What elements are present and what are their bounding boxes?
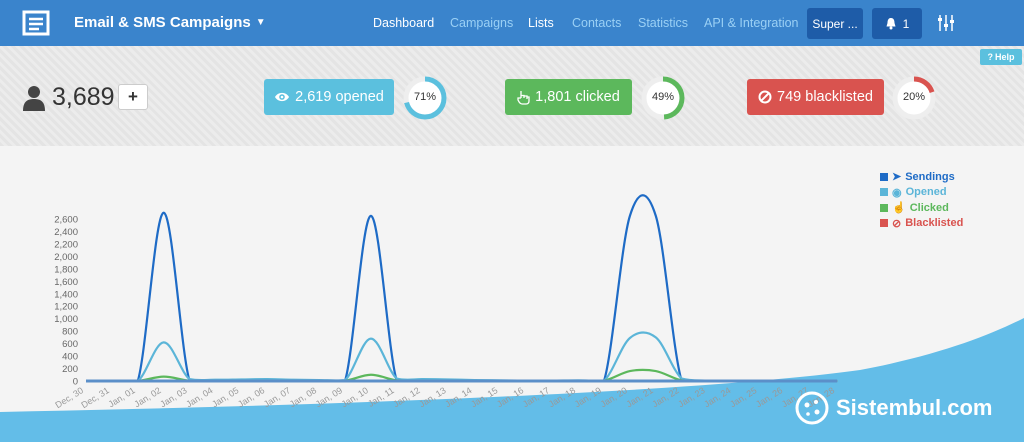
brand-dropdown[interactable]: Email & SMS Campaigns ▼ bbox=[74, 14, 266, 31]
blacklisted-percent-label: 20% bbox=[902, 91, 926, 103]
y-tick-label: 1,200 bbox=[54, 302, 78, 313]
series-line-sendings bbox=[86, 194, 838, 383]
nav-campaigns[interactable]: Campaigns bbox=[450, 16, 513, 30]
question-circle-icon: ? bbox=[987, 52, 993, 62]
y-tick-label: 2,000 bbox=[54, 252, 78, 263]
blacklisted-label: 749 blacklisted bbox=[777, 89, 873, 105]
y-tick-label: 200 bbox=[62, 364, 78, 375]
blacklisted-button[interactable]: 749 blacklisted bbox=[747, 79, 884, 115]
series-line-opened bbox=[86, 331, 838, 383]
brand-title: Email & SMS Campaigns bbox=[74, 14, 251, 31]
opened-percent-label: 71% bbox=[413, 91, 437, 103]
nav-dashboard[interactable]: Dashboard bbox=[373, 16, 434, 30]
chart-legend: ➤ Sendings ◉ Opened ☝ Clicked ⊘ Blacklisted bbox=[880, 169, 963, 231]
opened-label: 2,619 opened bbox=[295, 89, 384, 105]
nav-contacts[interactable]: Contacts bbox=[572, 16, 621, 30]
add-contact-button[interactable]: + bbox=[118, 84, 148, 110]
y-tick-label: 2,600 bbox=[54, 215, 78, 226]
y-tick-label: 1,800 bbox=[54, 264, 78, 275]
y-tick-label: 800 bbox=[62, 327, 78, 338]
caret-down-icon: ▼ bbox=[255, 17, 266, 28]
ban-icon bbox=[758, 90, 772, 104]
x-tick-label: Jan, 05 bbox=[210, 385, 240, 409]
watermark-logo-icon bbox=[795, 391, 829, 425]
legend-swatch bbox=[880, 219, 888, 228]
y-tick-label: 400 bbox=[62, 352, 78, 363]
legend-item-clicked[interactable]: ☝ Clicked bbox=[880, 200, 963, 216]
ban-icon: ⊘ bbox=[892, 217, 902, 230]
sliders-icon[interactable] bbox=[936, 13, 956, 33]
opened-button[interactable]: 2,619 opened bbox=[264, 79, 394, 115]
x-tick-label: Jan, 01 bbox=[107, 385, 137, 409]
legend-item-opened[interactable]: ◉ Opened bbox=[880, 185, 963, 201]
y-tick-label: 1,000 bbox=[54, 314, 78, 325]
x-tick-label: Jan, 03 bbox=[158, 385, 188, 409]
nav-statistics[interactable]: Statistics bbox=[638, 16, 688, 30]
user-menu-label: Super ... bbox=[812, 16, 858, 31]
legend-label: Clicked bbox=[909, 201, 949, 214]
envelope-logo-icon[interactable] bbox=[22, 9, 52, 37]
y-tick-label: 2,200 bbox=[54, 239, 78, 250]
y-tick-label: 600 bbox=[62, 339, 78, 350]
clicked-label: 1,801 clicked bbox=[535, 89, 620, 105]
clicked-button[interactable]: 1,801 clicked bbox=[505, 79, 632, 115]
hand-pointer-icon: ☝ bbox=[892, 202, 906, 215]
user-menu-button[interactable]: Super ... bbox=[807, 8, 863, 39]
nav-api-integration[interactable]: API & Integration bbox=[704, 16, 799, 30]
help-button[interactable]: ? Help bbox=[980, 49, 1022, 65]
eye-icon bbox=[275, 92, 290, 102]
legend-label: Sendings bbox=[905, 170, 955, 183]
legend-item-sendings[interactable]: ➤ Sendings bbox=[880, 169, 963, 185]
y-tick-label: 2,400 bbox=[54, 227, 78, 238]
legend-label: Opened bbox=[905, 186, 947, 199]
clicked-percent-label: 49% bbox=[651, 91, 675, 103]
x-tick-label: Jan, 04 bbox=[184, 385, 214, 409]
hand-pointer-icon bbox=[517, 90, 530, 105]
watermark-text: Sistembul.com bbox=[836, 395, 993, 420]
legend-label: Blacklisted bbox=[905, 217, 964, 230]
watermark: Sistembul.com bbox=[794, 390, 992, 426]
user-icon bbox=[23, 85, 45, 111]
legend-item-blacklisted[interactable]: ⊘ Blacklisted bbox=[880, 216, 963, 232]
x-tick-label: Jan, 02 bbox=[132, 385, 162, 409]
contacts-count: 3,689 bbox=[52, 83, 115, 111]
notifications-button[interactable]: 1 bbox=[872, 8, 922, 39]
eye-icon: ◉ bbox=[892, 186, 902, 199]
x-tick-label: Dec, 31 bbox=[79, 385, 111, 410]
notifications-count: 1 bbox=[902, 16, 910, 31]
y-tick-label: 1,600 bbox=[54, 277, 78, 288]
bell-icon bbox=[886, 18, 896, 30]
contacts-summary: 3,689 bbox=[22, 83, 115, 112]
y-tick-label: 1,400 bbox=[54, 289, 78, 300]
nav-lists[interactable]: Lists bbox=[528, 16, 554, 30]
paper-plane-icon: ➤ bbox=[892, 171, 902, 184]
help-label: Help bbox=[994, 52, 1015, 62]
x-tick-label: Dec, 30 bbox=[53, 385, 85, 410]
legend-swatch bbox=[880, 203, 888, 212]
legend-swatch bbox=[880, 172, 888, 181]
legend-swatch bbox=[880, 188, 888, 197]
